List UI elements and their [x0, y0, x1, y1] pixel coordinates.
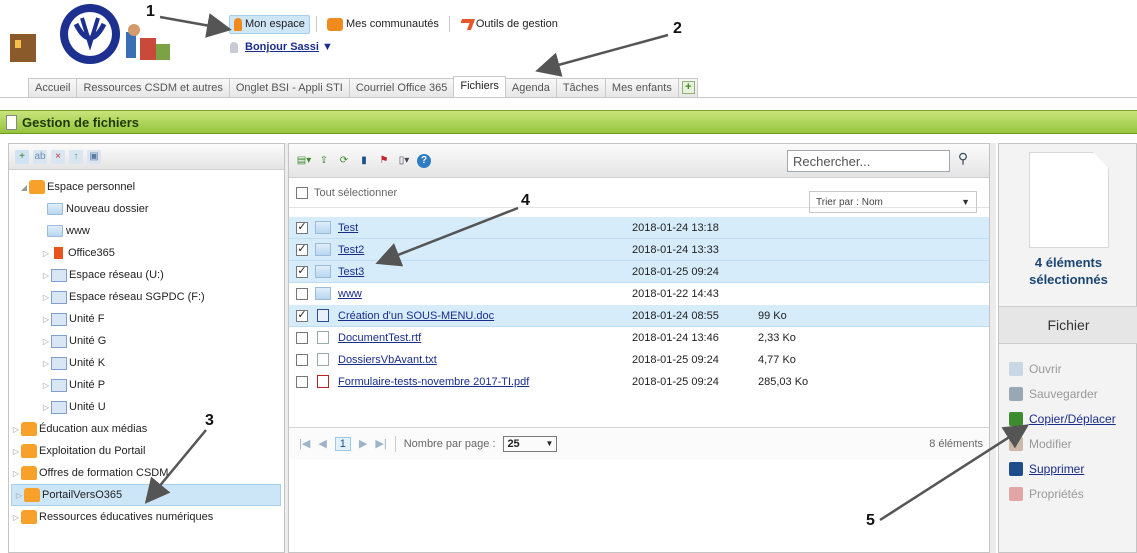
arrow-5	[879, 424, 1030, 522]
arrow-3	[144, 429, 207, 504]
callout-arrows	[144, 13, 1030, 522]
arrow-1	[159, 13, 232, 38]
arrow-4	[375, 206, 519, 267]
arrow-2	[535, 33, 669, 77]
